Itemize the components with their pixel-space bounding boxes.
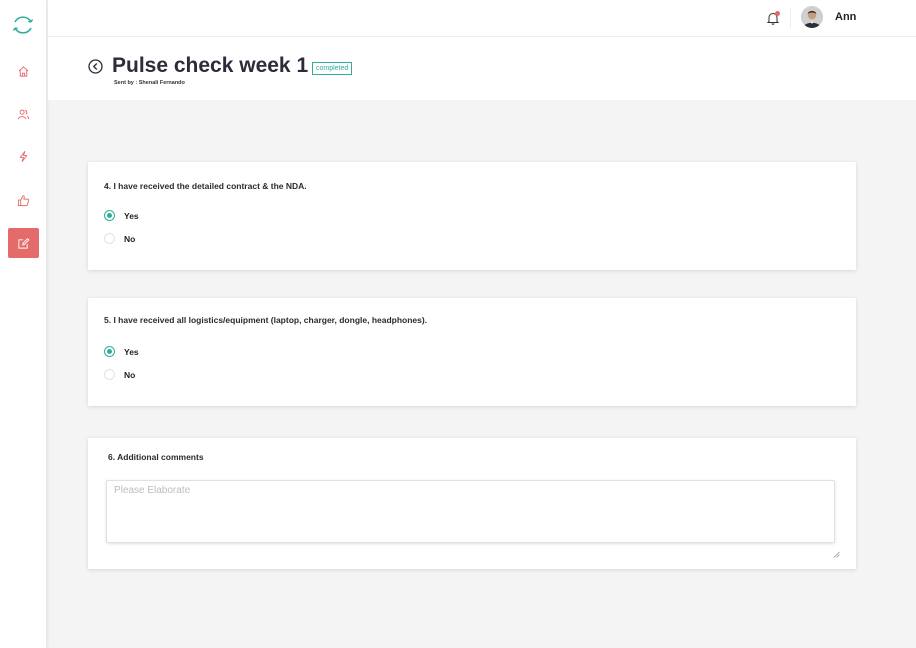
top-bar: Ann	[48, 0, 916, 37]
people-icon	[17, 109, 30, 119]
sidebar	[0, 0, 47, 648]
user-name[interactable]: Ann	[835, 11, 856, 23]
notification-badge	[775, 11, 780, 16]
sidebar-item-people[interactable]	[8, 99, 39, 129]
question-card: 5. I have received all logistics/equipme…	[88, 298, 856, 406]
resize-handle-icon[interactable]	[833, 551, 840, 558]
radio-button[interactable]	[104, 369, 115, 380]
radio-option-yes[interactable]: Yes	[104, 210, 139, 221]
radio-option-no[interactable]: No	[104, 233, 135, 244]
app-logo-icon[interactable]	[11, 13, 35, 37]
back-arrow-icon[interactable]	[88, 59, 103, 74]
question-card: 4. I have received the detailed contract…	[88, 162, 856, 270]
radio-label: Yes	[124, 346, 139, 357]
lightning-icon	[19, 150, 28, 162]
edit-icon	[18, 237, 30, 249]
status-badge: completed	[312, 62, 353, 75]
sent-by-text: Sent by : Shenali Fernando	[114, 80, 185, 86]
radio-button[interactable]	[104, 346, 115, 357]
radio-label: No	[124, 233, 136, 244]
comments-textarea[interactable]	[106, 480, 835, 543]
sidebar-item-surveys[interactable]	[8, 228, 39, 258]
radio-label: Yes	[124, 210, 139, 221]
home-icon	[18, 65, 29, 77]
radio-button[interactable]	[104, 210, 115, 221]
sidebar-item-kudos[interactable]	[8, 185, 39, 215]
radio-button[interactable]	[104, 233, 115, 244]
question-text: 4. I have received the detailed contract…	[104, 181, 307, 191]
radio-label: No	[124, 369, 136, 380]
thumbs-up-icon	[17, 194, 30, 206]
user-avatar-icon	[801, 6, 823, 28]
sidebar-item-flash[interactable]	[8, 141, 39, 171]
avatar[interactable]	[801, 6, 823, 28]
sidebar-item-home[interactable]	[8, 56, 39, 86]
page-title: Pulse check week 1	[112, 54, 309, 77]
question-text: 5. I have received all logistics/equipme…	[104, 315, 428, 325]
comments-label: 6. Additional comments	[108, 452, 204, 462]
comments-card: 6. Additional comments	[88, 438, 856, 569]
radio-option-yes[interactable]: Yes	[104, 346, 139, 357]
page-header: Pulse check week 1 completed Sent by : S…	[48, 37, 916, 100]
divider	[790, 8, 791, 28]
radio-option-no[interactable]: No	[104, 369, 135, 380]
